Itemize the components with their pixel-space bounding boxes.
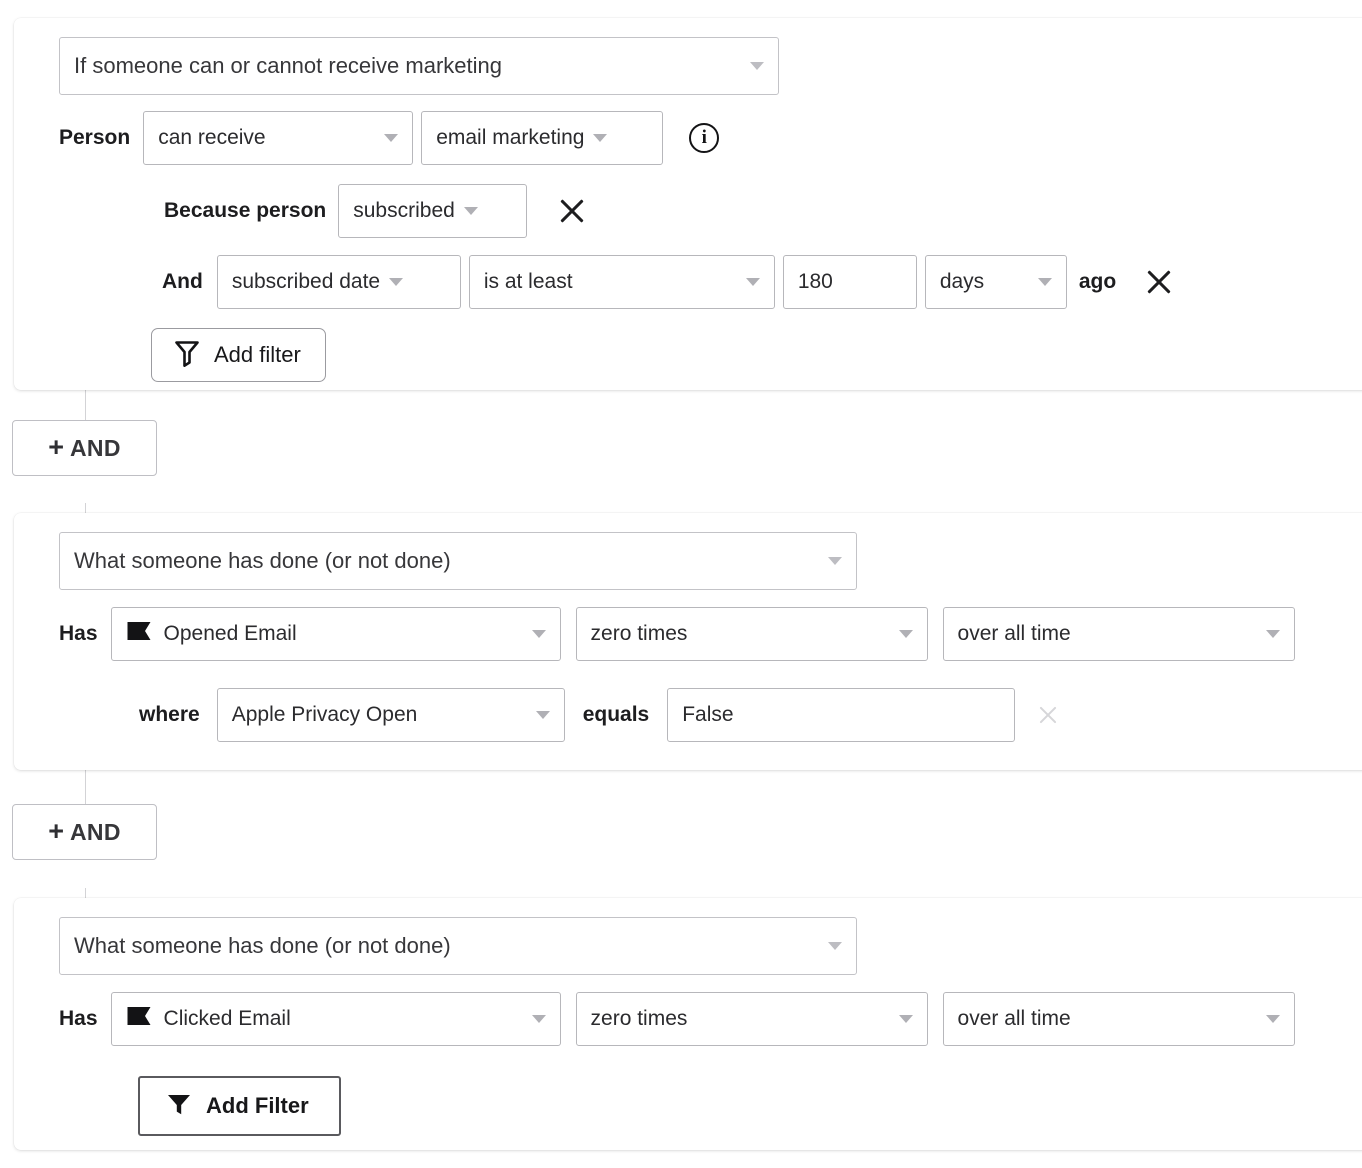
condition-type-select-1[interactable]: If someone can or cannot receive marketi… bbox=[59, 37, 779, 95]
condition-card-clicked-email: What someone has done (or not done) Has … bbox=[14, 898, 1362, 1150]
frequency-select-3[interactable]: zero times bbox=[576, 992, 928, 1046]
date-operator-select[interactable]: is at least bbox=[469, 255, 775, 309]
equals-label-2: equals bbox=[583, 703, 650, 727]
condition-type-value-1: If someone can or cannot receive marketi… bbox=[74, 53, 502, 79]
person-label: Person bbox=[59, 126, 130, 150]
chevron-down-icon bbox=[1038, 278, 1052, 286]
metric-value-2: Opened Email bbox=[164, 622, 297, 646]
condition-type-select-2[interactable]: What someone has done (or not done) bbox=[59, 532, 857, 590]
has-label-3: Has bbox=[59, 1007, 98, 1031]
chevron-down-icon bbox=[1266, 630, 1280, 638]
date-operator-value: is at least bbox=[484, 270, 573, 294]
chevron-down-icon bbox=[532, 1015, 546, 1023]
condition-type-value-2: What someone has done (or not done) bbox=[74, 548, 451, 574]
add-filter-button-1[interactable]: Add filter bbox=[151, 328, 326, 382]
chevron-down-icon bbox=[750, 62, 764, 70]
date-amount-value: 180 bbox=[798, 270, 833, 294]
has-row-2: Has Opened Email zero times over all tim… bbox=[59, 607, 1295, 661]
because-person-label: Because person bbox=[164, 199, 326, 223]
remove-date-row-button[interactable] bbox=[1142, 265, 1176, 299]
chevron-down-icon bbox=[532, 630, 546, 638]
funnel-solid-icon bbox=[166, 1091, 192, 1122]
chevron-down-icon bbox=[464, 207, 478, 215]
remove-because-row-button[interactable] bbox=[555, 194, 589, 228]
subscribed-date-row: And subscribed date is at least 180 days… bbox=[162, 255, 1176, 309]
add-and-condition-button-2[interactable]: + AND bbox=[12, 804, 157, 860]
where-value-2: False bbox=[682, 703, 733, 727]
timeframe-value-3: over all time bbox=[958, 1007, 1071, 1031]
chevron-down-icon bbox=[899, 1015, 913, 1023]
date-unit-select[interactable]: days bbox=[925, 255, 1067, 309]
add-filter-button-3[interactable]: Add Filter bbox=[138, 1076, 341, 1136]
because-reason-select[interactable]: subscribed bbox=[338, 184, 527, 238]
and-label: And bbox=[162, 270, 203, 294]
where-field-value-2: Apple Privacy Open bbox=[232, 703, 418, 727]
event-flag-icon bbox=[126, 1003, 152, 1035]
date-field-select[interactable]: subscribed date bbox=[217, 255, 461, 309]
chevron-down-icon bbox=[828, 557, 842, 565]
where-field-select-2[interactable]: Apple Privacy Open bbox=[217, 688, 565, 742]
chevron-down-icon bbox=[746, 278, 760, 286]
because-person-row: Because person subscribed bbox=[164, 184, 589, 238]
metric-value-3: Clicked Email bbox=[164, 1007, 291, 1031]
ago-label: ago bbox=[1079, 270, 1116, 294]
and-connector-label-1: AND bbox=[70, 435, 121, 462]
channel-select[interactable]: email marketing bbox=[421, 111, 663, 165]
where-value-input-2[interactable]: False bbox=[667, 688, 1015, 742]
chevron-down-icon bbox=[536, 711, 550, 719]
timeframe-select-2[interactable]: over all time bbox=[943, 607, 1295, 661]
can-receive-value: can receive bbox=[158, 126, 265, 150]
condition-card-marketing: If someone can or cannot receive marketi… bbox=[14, 18, 1362, 390]
plus-icon: + bbox=[48, 434, 64, 461]
info-circle-icon[interactable]: i bbox=[689, 123, 719, 153]
frequency-value-2: zero times bbox=[591, 622, 688, 646]
metric-select-2[interactable]: Opened Email bbox=[111, 607, 561, 661]
condition-type-select-3[interactable]: What someone has done (or not done) bbox=[59, 917, 857, 975]
remove-where-row-button-2[interactable] bbox=[1031, 698, 1065, 732]
chevron-down-icon bbox=[1266, 1015, 1280, 1023]
plus-icon: + bbox=[48, 818, 64, 845]
chevron-down-icon bbox=[828, 942, 842, 950]
because-reason-value: subscribed bbox=[353, 199, 455, 223]
where-row-2: where Apple Privacy Open equals False bbox=[139, 688, 1065, 742]
and-connector-label-2: AND bbox=[70, 819, 121, 846]
date-amount-input[interactable]: 180 bbox=[783, 255, 917, 309]
frequency-select-2[interactable]: zero times bbox=[576, 607, 928, 661]
has-row-3: Has Clicked Email zero times over all ti… bbox=[59, 992, 1295, 1046]
add-and-condition-button-1[interactable]: + AND bbox=[12, 420, 157, 476]
event-flag-icon bbox=[126, 618, 152, 650]
frequency-value-3: zero times bbox=[591, 1007, 688, 1031]
date-unit-value: days bbox=[940, 270, 984, 294]
channel-value: email marketing bbox=[436, 126, 584, 150]
chevron-down-icon bbox=[899, 630, 913, 638]
timeframe-select-3[interactable]: over all time bbox=[943, 992, 1295, 1046]
add-filter-label-1: Add filter bbox=[214, 342, 301, 368]
where-label-2: where bbox=[139, 703, 200, 727]
condition-card-opened-email: What someone has done (or not done) Has … bbox=[14, 513, 1362, 770]
has-label-2: Has bbox=[59, 622, 98, 646]
chevron-down-icon bbox=[593, 134, 607, 142]
condition-type-value-3: What someone has done (or not done) bbox=[74, 933, 451, 959]
person-row: Person can receive email marketing i bbox=[59, 111, 719, 165]
funnel-outline-icon bbox=[174, 339, 200, 372]
chevron-down-icon bbox=[384, 134, 398, 142]
metric-select-3[interactable]: Clicked Email bbox=[111, 992, 561, 1046]
can-receive-select[interactable]: can receive bbox=[143, 111, 413, 165]
chevron-down-icon bbox=[389, 278, 403, 286]
date-field-value: subscribed date bbox=[232, 270, 380, 294]
add-filter-label-3: Add Filter bbox=[206, 1093, 309, 1119]
timeframe-value-2: over all time bbox=[958, 622, 1071, 646]
